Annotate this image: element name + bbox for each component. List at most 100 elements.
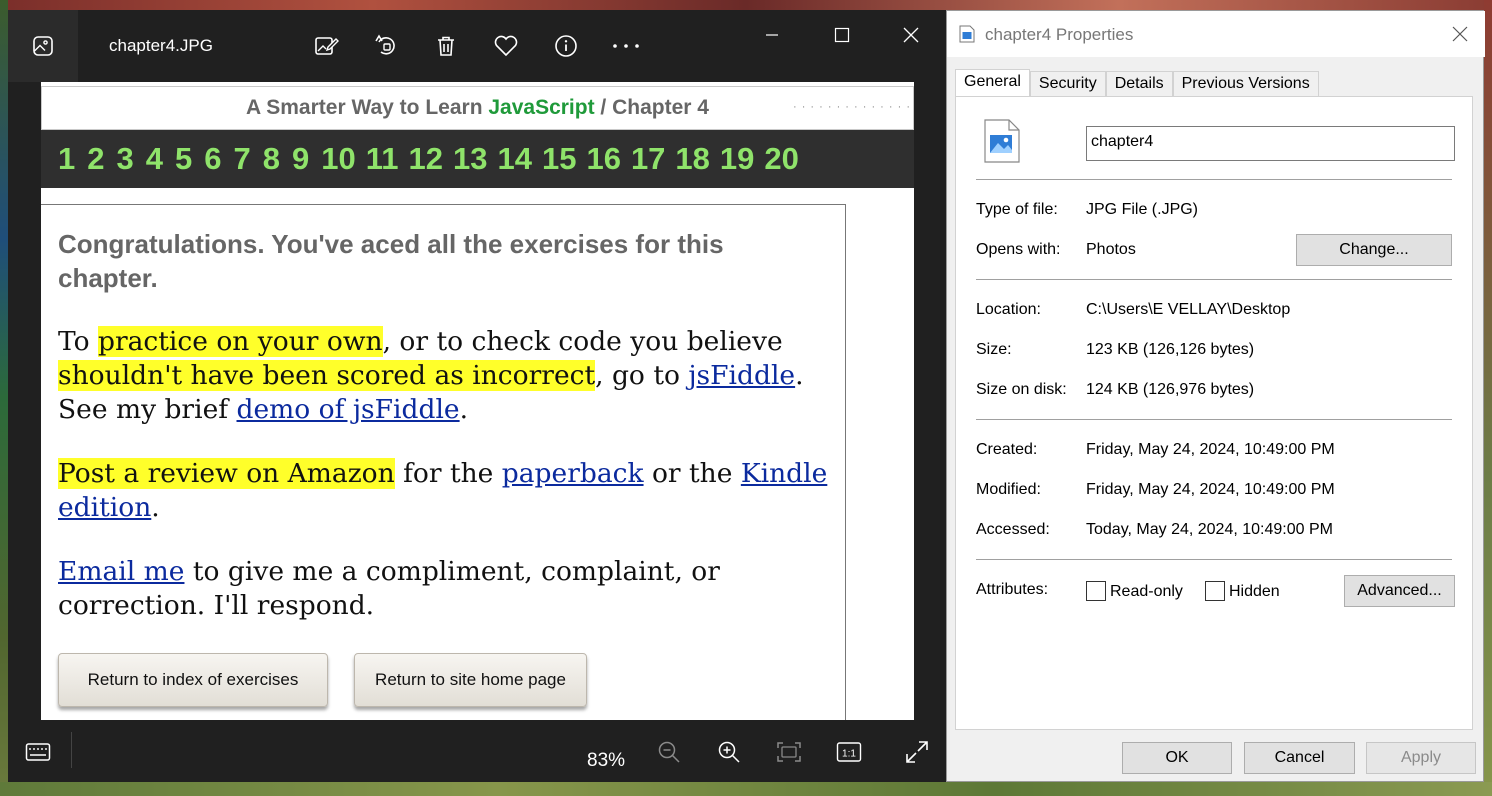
photos-app-icon [33, 36, 53, 56]
readonly-label[interactable]: Read-only [1110, 583, 1183, 601]
p1-text-a: To [58, 326, 98, 357]
tab-details[interactable]: Details [1105, 71, 1173, 97]
zoom-out-button[interactable] [653, 736, 685, 768]
bottom-separator [71, 732, 72, 768]
location-label: Location: [976, 301, 1041, 318]
return-index-button-image: Return to index of exercises [58, 653, 328, 707]
modified-label: Modified: [976, 481, 1041, 498]
ok-button[interactable]: OK [1122, 742, 1232, 774]
hidden-label[interactable]: Hidden [1229, 583, 1280, 601]
file-name-input[interactable]: chapter4 [1086, 126, 1455, 161]
fullscreen-icon [906, 741, 928, 763]
created-label: Created: [976, 441, 1038, 458]
advanced-button[interactable]: Advanced... [1344, 575, 1455, 607]
p1-highlight-1: practice on your own [98, 326, 383, 357]
congrats-heading: Congratulations. You've aced all the exe… [58, 229, 724, 293]
fit-to-window-button[interactable] [773, 736, 805, 768]
properties-title: chapter4 Properties [985, 25, 1134, 44]
return-home-button-image: Return to site home page [354, 653, 587, 707]
chapter-number: 7 [233, 141, 251, 176]
chapter-number: 6 [204, 141, 222, 176]
chapter-number: 8 [262, 141, 280, 176]
accessed-label: Accessed: [976, 521, 1050, 538]
maximize-button[interactable] [819, 20, 865, 50]
chapter-number: 13 [453, 141, 488, 176]
fullscreen-button[interactable] [901, 736, 933, 768]
info-button[interactable] [550, 30, 582, 62]
divider-3 [976, 419, 1452, 420]
demo-jsfiddle-link: demo of jsFiddle [236, 394, 460, 425]
favorite-button[interactable] [490, 30, 522, 62]
edit-image-button[interactable] [310, 30, 342, 62]
chapter-number: 11 [365, 141, 399, 176]
p1-text-e: . [459, 394, 469, 425]
photos-bottom-bar: 83% 1:1 [8, 720, 946, 782]
chapter-number: 10 [321, 141, 356, 176]
minimize-button[interactable] [749, 20, 795, 50]
chapter-number: 4 [145, 141, 163, 176]
desktop-wallpaper-bottom [0, 782, 1492, 796]
chapter-number: 16 [586, 141, 621, 176]
minimize-icon [766, 34, 778, 36]
chapter-number: 5 [175, 141, 193, 176]
hidden-checkbox[interactable] [1205, 581, 1225, 601]
divider-4 [976, 559, 1452, 560]
accessed-value: Today, May 24, 2024, 10:49:00 PM [1086, 521, 1333, 538]
zoom-in-button[interactable] [713, 736, 745, 768]
created-value: Friday, May 24, 2024, 10:49:00 PM [1086, 441, 1335, 458]
file-small-icon [959, 25, 975, 43]
p1-text-b: , or to check code you believe [382, 326, 792, 357]
displayed-image: A Smarter Way to Learn JavaScript / Chap… [41, 82, 914, 720]
svg-text:1:1: 1:1 [842, 749, 856, 760]
chapter-number: 12 [408, 141, 443, 176]
general-tab-page: chapter4 Type of file: JPG File (.JPG) O… [955, 96, 1473, 730]
image-header: A Smarter Way to Learn JavaScript / Chap… [41, 86, 914, 130]
delete-icon [438, 36, 454, 56]
photo-canvas[interactable]: A Smarter Way to Learn JavaScript / Chap… [8, 82, 946, 720]
image-buttons: Return to index of exercises Return to s… [58, 653, 845, 707]
actual-size-button[interactable]: 1:1 [833, 736, 865, 768]
paragraph-practice: To practice on your own, or to check cod… [58, 325, 833, 427]
p2-highlight: Post a review on Amazon [58, 458, 395, 489]
more-icon [613, 44, 639, 48]
chapter-number: 3 [116, 141, 134, 176]
properties-close-button[interactable] [1445, 21, 1475, 47]
chapter-number: 20 [764, 141, 799, 176]
image-header-prefix: A Smarter Way to Learn [246, 96, 489, 119]
p2-text-a: for the [394, 458, 502, 489]
p2-text-c: . [151, 492, 160, 523]
desktop-wallpaper-right [1484, 0, 1492, 796]
photos-window: chapter4.JPG A Smarter Way to Learn Java… [8, 10, 946, 782]
photos-app-button[interactable] [8, 10, 78, 82]
more-button[interactable] [610, 30, 642, 62]
opens-with-label: Opens with: [976, 241, 1061, 258]
properties-tabs: General Security Details Previous Versio… [955, 69, 1319, 97]
rotate-icon [375, 34, 395, 55]
chapter-number: 9 [292, 141, 310, 176]
actual-size-icon: 1:1 [836, 742, 862, 762]
size-value: 123 KB (126,126 bytes) [1086, 341, 1255, 358]
image-header-js: JavaScript [488, 96, 595, 119]
attributes-label: Attributes: [976, 581, 1049, 598]
change-button[interactable]: Change... [1296, 234, 1452, 266]
opens-with-value: Photos [1086, 241, 1136, 258]
tab-security[interactable]: Security [1029, 71, 1106, 97]
chapter-number: 18 [675, 141, 710, 176]
chapter-number: 19 [719, 141, 755, 176]
chapter-number: 1 [58, 141, 76, 176]
cancel-button[interactable]: Cancel [1244, 742, 1355, 774]
p1-text-c: , go to [595, 360, 689, 391]
close-icon [1452, 26, 1468, 42]
location-value: C:\Users\E VELLAY\Desktop [1086, 301, 1291, 318]
jsfiddle-link: jsFiddle [688, 360, 796, 391]
filmstrip-button[interactable] [22, 736, 54, 768]
size-on-disk-label: Size on disk: [976, 381, 1067, 398]
apply-button[interactable]: Apply [1366, 742, 1476, 774]
close-button[interactable] [888, 20, 934, 50]
delete-button[interactable] [430, 30, 462, 62]
tab-general[interactable]: General [955, 69, 1030, 97]
rotate-button[interactable] [370, 30, 402, 62]
email-me-link: Email me [58, 556, 185, 587]
readonly-checkbox[interactable] [1086, 581, 1106, 601]
tab-previous-versions[interactable]: Previous Versions [1172, 71, 1319, 97]
